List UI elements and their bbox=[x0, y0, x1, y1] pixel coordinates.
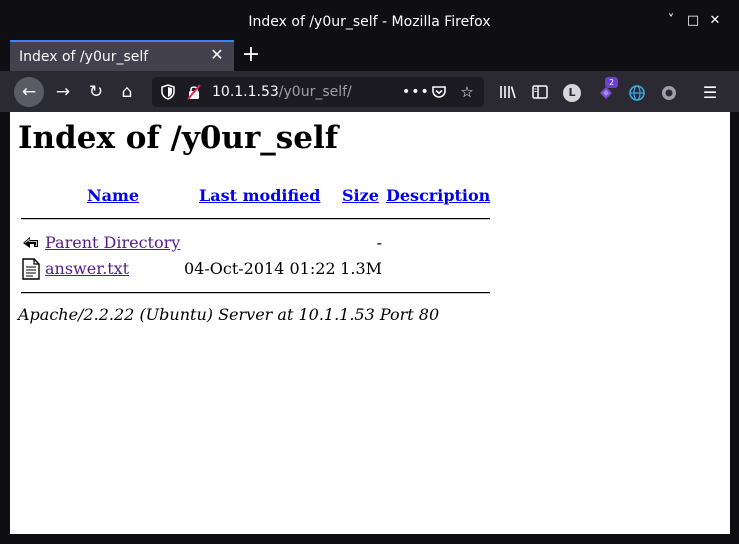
library-icon[interactable] bbox=[499, 84, 517, 102]
account-avatar[interactable]: L bbox=[563, 84, 581, 102]
pocket-icon[interactable] bbox=[431, 84, 447, 100]
insecure-lock-icon[interactable] bbox=[186, 84, 202, 100]
page-title: Index of /y0ur_self bbox=[18, 120, 339, 156]
parent-directory-link[interactable]: Parent Directory bbox=[45, 233, 180, 252]
tab-index-of-y0ur-self[interactable]: Index of /y0ur_self ✕ bbox=[10, 40, 234, 71]
close-tab-icon[interactable]: ✕ bbox=[209, 47, 225, 63]
maximize-icon[interactable]: □ bbox=[685, 13, 701, 29]
extension-badge: 2 bbox=[605, 77, 618, 88]
row-size: - bbox=[376, 233, 382, 252]
listing-row-parent-directory: Parent Directory - bbox=[18, 232, 493, 254]
server-signature: Apache/2.2.22 (Ubuntu) Server at 10.1.1.… bbox=[18, 305, 440, 324]
reload-button[interactable]: ↻ bbox=[81, 77, 111, 107]
title-bar: Index of /y0ur_self - Mozilla Firefox ˅ … bbox=[0, 0, 739, 40]
answer-txt-link[interactable]: answer.txt bbox=[45, 259, 129, 278]
new-tab-button[interactable]: + bbox=[241, 44, 261, 66]
shield-icon[interactable] bbox=[160, 84, 176, 100]
back-button[interactable]: ← bbox=[14, 77, 44, 107]
globe-extension-icon[interactable] bbox=[628, 84, 646, 102]
hamburger-menu-icon[interactable]: ☰ bbox=[701, 84, 719, 102]
page-actions-icon[interactable]: ••• bbox=[402, 84, 429, 100]
url-path: /y0ur_self/ bbox=[278, 84, 352, 100]
row-size: 1.3M bbox=[340, 259, 382, 278]
firefox-window: Index of /y0ur_self - Mozilla Firefox ˅ … bbox=[0, 0, 739, 544]
sidebar-icon[interactable] bbox=[531, 84, 549, 102]
text-file-icon bbox=[21, 258, 41, 280]
home-button[interactable]: ⌂ bbox=[112, 77, 142, 107]
page-content: Index of /y0ur_self Name Last modified S… bbox=[10, 112, 730, 534]
divider bbox=[21, 218, 490, 220]
column-header-size[interactable]: Size bbox=[342, 186, 379, 205]
url-host: 10.1.1.53 bbox=[212, 84, 279, 100]
back-arrow-icon bbox=[21, 232, 41, 252]
divider bbox=[21, 292, 490, 294]
navigation-toolbar: ← → ↻ ⌂ 10.1.1.53/y0ur_self/ ••• ☆ L 2 ☰ bbox=[0, 71, 739, 112]
tab-label: Index of /y0ur_self bbox=[19, 49, 149, 65]
forward-button[interactable]: → bbox=[48, 77, 78, 107]
url-text[interactable]: 10.1.1.53/y0ur_self/ bbox=[212, 84, 352, 100]
window-title: Index of /y0ur_self - Mozilla Firefox bbox=[248, 14, 491, 30]
extension-icon[interactable]: 2 bbox=[597, 77, 618, 102]
circle-extension-icon[interactable] bbox=[660, 84, 678, 102]
bookmark-star-icon[interactable]: ☆ bbox=[459, 84, 475, 100]
tab-strip: Index of /y0ur_self ✕ + bbox=[0, 40, 739, 71]
url-bar[interactable]: 10.1.1.53/y0ur_self/ ••• ☆ bbox=[152, 77, 484, 107]
column-header-last-modified[interactable]: Last modified bbox=[199, 186, 320, 205]
column-header-name[interactable]: Name bbox=[87, 186, 139, 205]
minimize-icon[interactable]: ˅ bbox=[663, 13, 679, 29]
column-header-description[interactable]: Description bbox=[386, 186, 490, 205]
listing-row-answer-txt: answer.txt 04-Oct-2014 01:22 1.3M bbox=[18, 258, 493, 280]
close-window-icon[interactable]: ✕ bbox=[707, 13, 723, 29]
row-last-modified: 04-Oct-2014 01:22 bbox=[184, 259, 336, 278]
